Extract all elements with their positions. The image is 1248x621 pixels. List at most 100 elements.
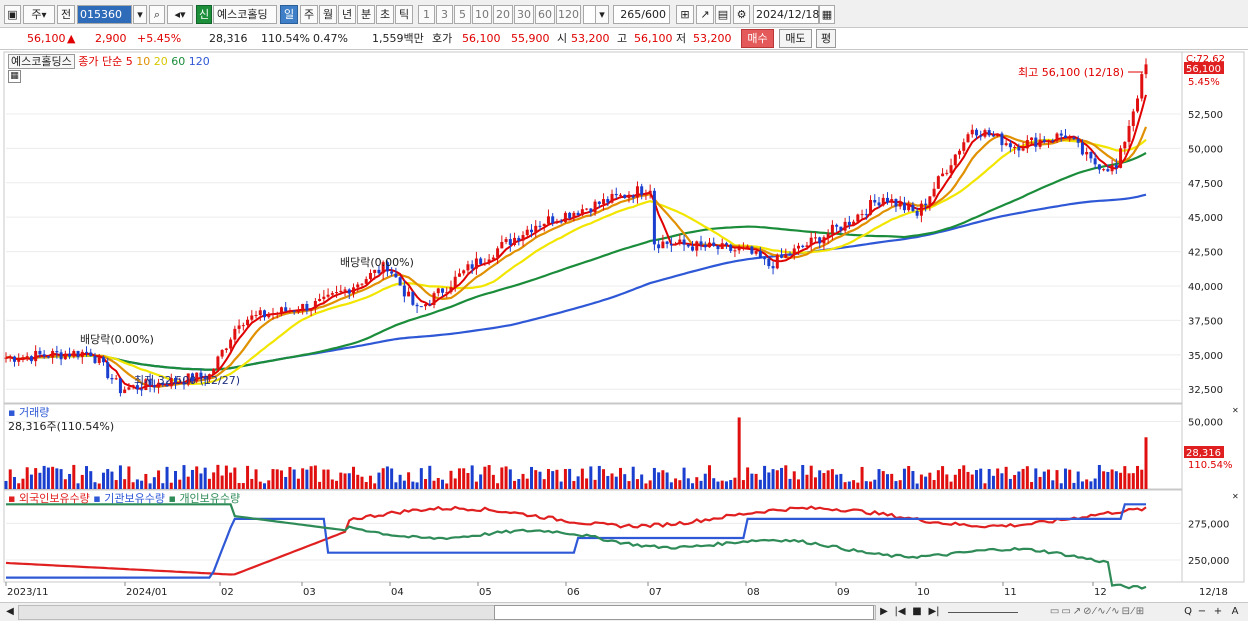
minute-120[interactable]: 120 [556,5,581,24]
volume-bar [385,466,389,489]
volume-bar [402,480,406,489]
stock-tag[interactable]: 예스코홀딩스 [8,54,75,69]
volume-bar [928,472,932,489]
volume-close-icon[interactable]: ✕ [1232,406,1239,415]
volume-bar [59,469,63,489]
candle-body [890,199,894,203]
candle-body [68,353,72,357]
window-menu-icon[interactable]: ▣ [4,5,21,24]
volume-bar [699,480,703,489]
candle-body [1144,64,1148,75]
volume-bar [1063,468,1067,489]
count-field[interactable]: 265/600 [613,5,670,24]
first-button[interactable]: |◀ [893,605,907,620]
volume-bar [669,482,673,489]
scroll-left-button[interactable]: ◀ [4,605,16,620]
minute-10[interactable]: 10 [472,5,492,24]
volume-bar [1140,469,1144,489]
candle-body [771,266,775,269]
minute-60[interactable]: 60 [535,5,555,24]
code-dropdown-icon[interactable]: ▾ [133,5,147,24]
x-tick-label: 02 [221,587,234,598]
period-day[interactable]: 일 [280,5,298,24]
scroll-thumb[interactable] [494,605,874,620]
volume-bar [754,473,758,489]
buy-button[interactable]: 매수 [741,29,774,48]
minute-30[interactable]: 30 [514,5,534,24]
volume-bar [911,471,915,489]
current-price: 56,100 [27,32,66,45]
volume-bar [614,476,618,489]
candle-body [551,216,555,224]
volume-bar [76,483,80,489]
new-badge: 신 [196,5,212,24]
stop-button[interactable]: ■ [910,605,924,620]
volume-bar [504,466,508,489]
candle-body [792,248,796,256]
volume-bar [949,481,953,489]
zoom-in-button[interactable]: + [1212,605,1224,620]
candle-body [987,130,991,136]
period-week[interactable]: 주 [300,5,318,24]
x-axis-ticks: 2023/11 2024/01 02 03 04 05 06 07 08 09 10 11 12 [5,582,1107,598]
drawing-tools[interactable]: ▭▭↗⊘⁄∿⁄∿⊟⁄⊞ [1028,605,1168,620]
candle-body [563,212,567,222]
speaker-icon[interactable]: ◂▾ [167,5,193,24]
candle-body [949,165,953,173]
calendar-icon[interactable]: ▦ [819,5,835,24]
text-tool-button[interactable]: A [1228,605,1242,620]
price-y-tick: 47,500 [1188,179,1223,190]
candle-body [534,225,538,233]
volume-bar [525,478,529,489]
candle-body [1089,152,1093,159]
compare-icon[interactable]: ↗ [696,5,714,24]
volume-bar [919,474,923,489]
volume-bar [1093,478,1097,489]
volume-bar [496,483,500,489]
price-y-tick: 45,000 [1188,213,1223,224]
sell-button[interactable]: 매도 [779,29,812,48]
stock-code-input[interactable]: 015360 [77,5,132,24]
minute-20[interactable]: 20 [493,5,513,24]
zoom-icon[interactable]: Q [1182,605,1194,620]
period-second[interactable]: 초 [376,5,394,24]
date-input[interactable]: 2024/12/18 [753,5,819,24]
volume-bar [703,473,707,489]
search-icon[interactable]: ⌕ [149,5,165,24]
volume-bar [885,474,889,489]
holdings-close-icon[interactable]: ✕ [1232,492,1239,501]
volume-bar [182,465,186,489]
volume-bar [8,469,12,489]
gear-icon[interactable]: ⚙ [733,5,750,24]
prev-code-button[interactable]: 전 [57,5,75,24]
period-tick[interactable]: 틱 [395,5,413,24]
period-month[interactable]: 월 [319,5,337,24]
stock-chart-svg[interactable]: 52,500 50,000 47,500 45,000 42,500 40,000 37,5… [0,50,1248,603]
candle-body [754,251,758,254]
period-minute[interactable]: 분 [357,5,375,24]
minute-5[interactable]: 5 [454,5,471,24]
period-year[interactable]: 년 [338,5,356,24]
candle-body [55,351,59,353]
price-y-tick: 52,500 [1188,110,1223,121]
minute-3[interactable]: 3 [436,5,453,24]
zoom-out-button[interactable]: − [1196,605,1208,620]
zoom-slider[interactable] [948,605,1018,613]
grid-toggle-icon[interactable]: ▦ [8,70,21,83]
eval-button[interactable]: 평 [816,29,836,48]
interval-dropdown-icon[interactable]: ▾ [595,5,609,24]
candle-body [352,287,356,294]
market-select[interactable]: 주▾ [23,5,55,24]
volume-bar [1085,479,1089,489]
last-button[interactable]: ▶| [927,605,941,620]
candle-body [59,352,63,360]
scroll-right-button[interactable]: ▶ [878,605,890,620]
candle-body [8,356,12,358]
chart-settings-icon[interactable]: ⊞ [676,5,694,24]
volume-bar [661,470,665,489]
save-icon[interactable]: ▤ [715,5,731,24]
volume-bar [428,465,432,489]
volume-bar [106,469,110,489]
candle-body [318,298,322,302]
minute-1[interactable]: 1 [418,5,435,24]
